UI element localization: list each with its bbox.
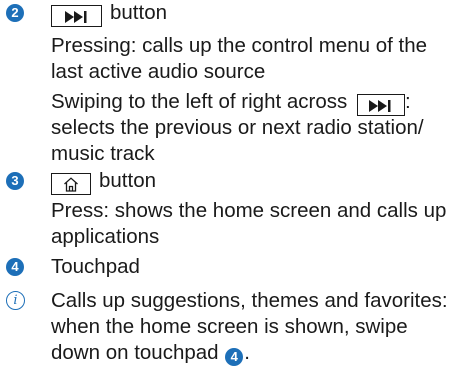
home-icon bbox=[51, 173, 91, 195]
item-title: button bbox=[110, 1, 167, 24]
skip-next-icon bbox=[51, 5, 102, 27]
item-2-heading: button bbox=[51, 0, 167, 27]
item-number-badge: 2 bbox=[6, 4, 24, 22]
item-3-heading: button bbox=[51, 168, 156, 195]
item-text-line: Pressing: calls up the control menu of t… bbox=[51, 34, 428, 57]
item-number-badge: 4 bbox=[6, 258, 24, 276]
item-text-line-with-key: Swiping to the left of right across : bbox=[51, 89, 411, 116]
note-text-line: Calls up suggestions, themes and favorit… bbox=[51, 289, 448, 312]
info-icon: i bbox=[6, 291, 25, 310]
note-text: . bbox=[244, 341, 250, 364]
item-title: button bbox=[99, 169, 156, 192]
item-text: : bbox=[404, 90, 411, 113]
item-text-line: Press: shows the home screen and calls u… bbox=[51, 199, 447, 222]
item-text-line: last active audio source bbox=[51, 60, 266, 83]
manual-page: 2 button Pressing: calls up the control … bbox=[0, 0, 476, 367]
item-text-line: applications bbox=[51, 225, 160, 248]
reference-badge: 4 bbox=[225, 348, 244, 366]
item-text-line: music track bbox=[51, 142, 155, 165]
item-text: Swiping to the left of right across bbox=[51, 90, 348, 113]
item-title: Touchpad bbox=[51, 255, 140, 278]
note-text-line: when the home screen is shown, swipe bbox=[51, 315, 408, 338]
skip-next-icon bbox=[356, 94, 405, 116]
note-text: down on touchpad bbox=[51, 341, 219, 364]
item-text-line: selects the previous or next radio stati… bbox=[51, 116, 424, 139]
item-number-badge: 3 bbox=[6, 172, 24, 190]
note-text-line-with-ref: down on touchpad 4. bbox=[51, 340, 250, 366]
